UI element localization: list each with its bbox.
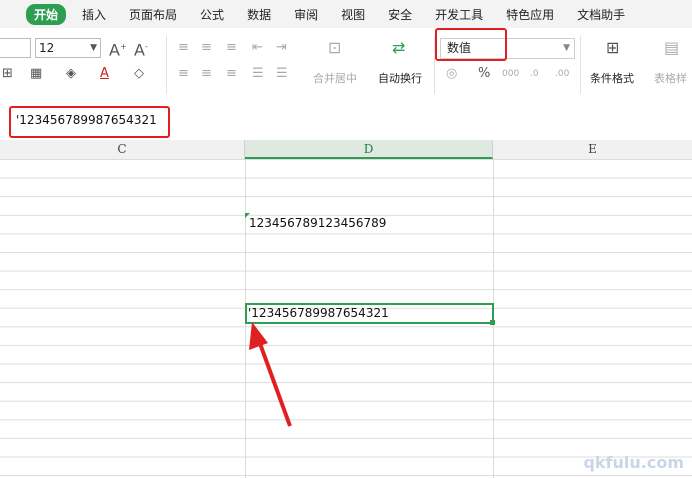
font-size-value: 12 [39,41,55,55]
chevron-down-icon[interactable]: ▼ [90,39,97,57]
currency-icon[interactable]: ◎ [446,66,457,82]
menu-insert[interactable]: 插入 [82,6,106,23]
decrease-font-icon[interactable]: A- [134,39,148,58]
menu-security[interactable]: 安全 [388,6,412,23]
column-header-c[interactable]: C [0,140,245,159]
align-left-icon[interactable]: ≡ [178,66,189,82]
divider [580,36,581,94]
table-style-label[interactable]: 表格样 [654,70,687,86]
watermark: qkfulu.com [583,453,684,472]
increase-decimal-icon[interactable]: .0 [530,66,539,82]
conditional-format-icon[interactable]: ⊞ [606,40,619,56]
menu-home[interactable]: 开始 [26,3,67,25]
align-top-icon[interactable]: ≡ [178,40,189,56]
column-header-e[interactable]: E [493,140,692,159]
table-style-icon[interactable]: ▤ [664,40,679,56]
percent-icon[interactable]: % [478,66,490,82]
menu-view[interactable]: 视图 [341,6,365,23]
indent-decrease-icon[interactable]: ⇤ [252,40,263,56]
font-name-combo[interactable] [0,38,31,58]
column-header-row: C D E [0,140,692,160]
ribbon-toolbar: 12 ▼ A+ A- ⊞ ▦ ◈ A ◇ ≡ ≡ ≡ ⇤ ⇥ ≡ ≡ ≡ ☰ ☰… [0,28,692,103]
clear-format-icon[interactable]: ◇ [134,66,144,82]
fill-pattern-icon[interactable]: ▦ [30,66,42,82]
align-middle-icon[interactable]: ≡ [201,40,212,56]
increase-font-icon[interactable]: A+ [109,39,127,58]
indent-increase-icon[interactable]: ⇥ [276,40,287,56]
menu-page-layout[interactable]: 页面布局 [129,6,177,23]
fill-handle[interactable] [490,320,495,325]
menu-doc-assistant[interactable]: 文档助手 [577,6,625,23]
menu-review[interactable]: 审阅 [294,6,318,23]
border-icon[interactable]: ⊞ [2,66,13,82]
menu-developer[interactable]: 开发工具 [435,6,483,23]
font-color-icon[interactable]: A [100,66,109,82]
decrease-decimal-icon[interactable]: .00 [555,66,569,82]
conditional-format-label[interactable]: 条件格式 [590,70,634,86]
cell-d4[interactable]: 123456789123456789 [249,216,386,230]
align-bottom-icon[interactable]: ≡ [226,40,237,56]
menu-formula[interactable]: 公式 [200,6,224,23]
merge-cells-icon[interactable]: ⊡ [328,40,341,56]
cell-d9[interactable]: '123456789987654321 [248,306,389,320]
align-center-icon[interactable]: ≡ [201,66,212,82]
menu-bar: 开始 插入 页面布局 公式 数据 审阅 视图 安全 开发工具 特色应用 文档助手 [0,0,692,28]
merge-center-label[interactable]: 合并居中 [313,70,357,86]
align-right-icon[interactable]: ≡ [226,66,237,82]
menu-special[interactable]: 特色应用 [506,6,554,23]
distribute-icon[interactable]: ☰ [276,66,288,82]
thousands-icon[interactable]: 000 [502,66,519,82]
menu-data[interactable]: 数据 [247,6,271,23]
wrap-text-icon[interactable]: ⇄ [392,40,405,56]
wrap-text-label[interactable]: 自动换行 [378,70,422,86]
divider [166,36,167,94]
justify-icon[interactable]: ☰ [252,66,264,82]
highlight-formula [9,106,170,138]
fill-color-icon[interactable]: ◈ [66,66,76,82]
highlight-number-format [435,28,507,61]
formula-bar[interactable]: '123456789987654321 [0,102,692,141]
column-header-d[interactable]: D [245,140,493,159]
chevron-down-icon[interactable]: ▼ [563,39,570,58]
font-size-combo[interactable]: 12 ▼ [35,38,101,58]
